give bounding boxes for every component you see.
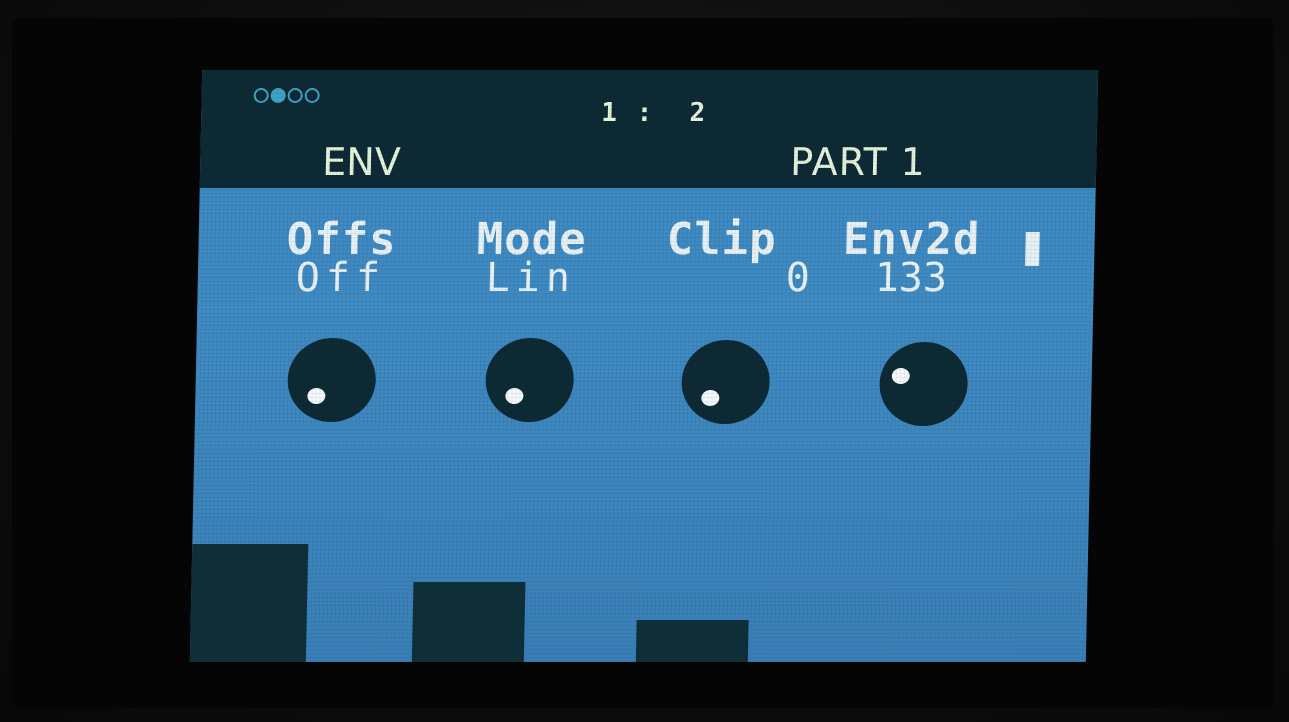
param-name: Env2d [842, 214, 981, 265]
device-body: 1 : 2 ENV PART 1 Offs Off Mode Lin Clip … [0, 0, 1289, 722]
parameter-row: Offs Off Mode Lin Clip 0 Env2d 133 [245, 214, 1007, 301]
param-clip: Clip 0 [625, 214, 817, 301]
page-dot-2[interactable] [270, 88, 286, 103]
envelope-bar-3 [635, 620, 749, 662]
param-value: Off [295, 255, 387, 301]
knob-indicator-dot [701, 390, 720, 406]
knob-offs[interactable] [286, 338, 377, 422]
param-value: 133 [874, 255, 948, 301]
param-name: Clip [666, 214, 778, 265]
page-title: ENV [321, 140, 402, 184]
page-dot-4[interactable] [304, 88, 320, 103]
param-name: Offs [286, 214, 398, 265]
page-dot-3[interactable] [287, 88, 303, 103]
envelope-bar-1 [189, 544, 309, 662]
scroll-indicator [1025, 232, 1040, 266]
knob-mode[interactable] [484, 338, 575, 422]
param-value: Lin [485, 255, 577, 301]
knob-clip[interactable] [680, 340, 771, 424]
param-env2d: Env2d 133 [815, 214, 1007, 301]
envelope-bar-2 [411, 582, 526, 662]
knob-indicator-dot [307, 388, 326, 404]
header-bar: 1 : 2 ENV PART 1 [199, 70, 1099, 188]
param-name: Mode [476, 214, 588, 265]
page-indicator [253, 88, 320, 103]
lcd-screen: 1 : 2 ENV PART 1 Offs Off Mode Lin Clip … [189, 70, 1099, 662]
part-label: PART 1 [789, 140, 927, 184]
param-mode: Mode Lin [435, 214, 627, 301]
page-dot-1[interactable] [253, 88, 269, 103]
param-value: 0 [785, 255, 817, 301]
param-offs: Offs Off [245, 214, 437, 301]
position-readout: 1 : 2 [600, 98, 708, 128]
knob-indicator-dot [505, 388, 524, 404]
knob-env2d[interactable] [878, 342, 969, 426]
knob-indicator-dot [891, 368, 910, 384]
